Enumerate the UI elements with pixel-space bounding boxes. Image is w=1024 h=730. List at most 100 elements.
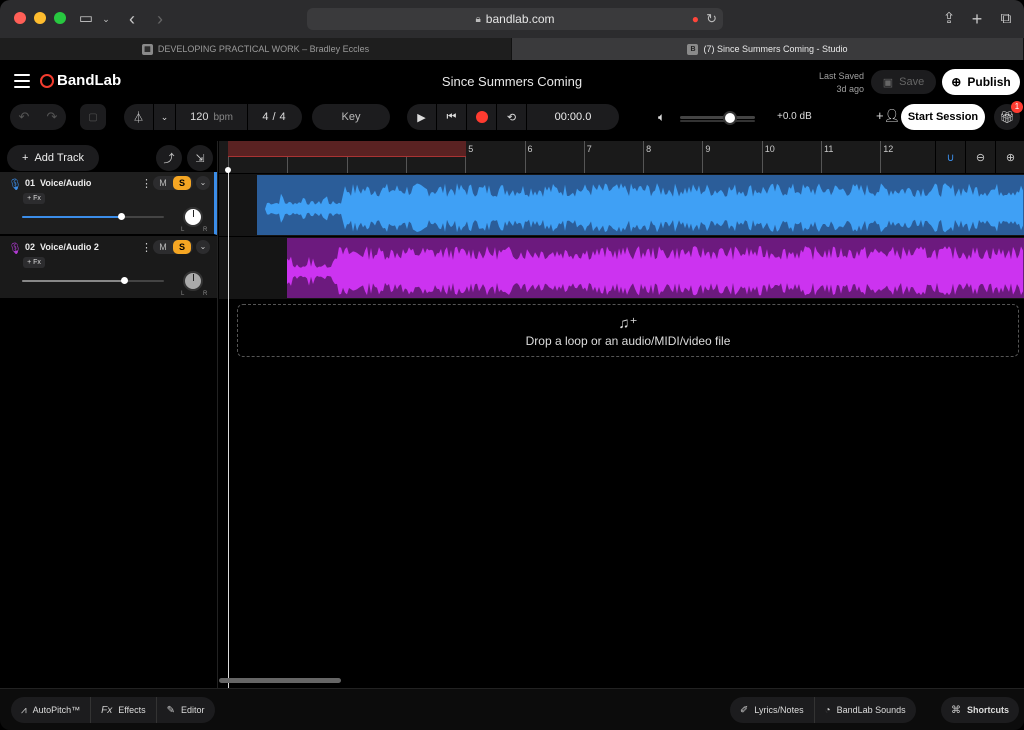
mute-button[interactable]: M — [153, 178, 173, 188]
snap-magnet-icon[interactable]: ∪ — [935, 141, 965, 173]
mute-solo-group: M S — [153, 176, 193, 190]
forward-icon[interactable]: › — [150, 9, 170, 29]
transport-bar: ↶ ↷ ▢ ⏃ ⌄ 120 bpm 4 / 4 Key ▶ ⏮ ⟲ 00:00.… — [0, 101, 1024, 132]
notification-badge: 1 — [1011, 101, 1023, 113]
audio-region-1[interactable] — [257, 175, 1024, 235]
time-signature-field[interactable]: 4 / 4 — [248, 104, 300, 130]
resources-group: ✐ Lyrics/Notes ◔ BandLab Sounds — [730, 697, 916, 723]
volume-slider[interactable] — [22, 213, 164, 220]
bar-marker — [524, 141, 526, 173]
more-options-icon[interactable]: ⋮ — [141, 241, 152, 254]
master-volume-slider[interactable] — [680, 116, 755, 119]
more-options-icon[interactable]: ⋮ — [141, 177, 152, 190]
tempo-field[interactable]: 120 bpm — [176, 104, 248, 130]
zoom-in-icon[interactable]: ⊕ — [995, 141, 1024, 173]
track-lane-1[interactable] — [219, 174, 1024, 236]
playhead[interactable] — [228, 168, 229, 688]
automation-icon[interactable]: ⤴ — [156, 145, 182, 171]
pan-knob[interactable] — [183, 271, 203, 291]
pan-knob[interactable] — [183, 207, 203, 227]
loop-icon[interactable]: ⟲ — [497, 104, 527, 130]
invite-user-icon[interactable]: +👤︎ — [876, 108, 900, 124]
url-text: bandlab.com — [485, 12, 555, 26]
solo-button[interactable]: S — [173, 176, 191, 190]
track-panel: + Add Track ⤴ ⇲ 🎙︎ 01 Voice/Audio ⋮ M S … — [0, 141, 218, 688]
timeline[interactable]: 121110987654321 ∪ ⊖ ⊕ ♫⁺ Drop a loop or … — [219, 141, 1024, 688]
track-name[interactable]: 01 Voice/Audio — [25, 178, 91, 188]
address-bar[interactable]: 🔒︎ bandlab.com ● ↻ — [307, 8, 723, 30]
last-saved-value: 3d ago — [836, 84, 864, 94]
bar-number: 8 — [646, 144, 652, 154]
speaker-icon[interactable]: 🔈︎ — [658, 110, 665, 125]
drop-zone[interactable]: ♫⁺ Drop a loop or an audio/MIDI/video fi… — [237, 304, 1019, 357]
maximize-window-button[interactable] — [54, 12, 66, 24]
lyrics-notes-button[interactable]: ✐ Lyrics/Notes — [730, 697, 815, 723]
add-fx-button[interactable]: + Fx — [23, 193, 45, 204]
track-lane-2[interactable] — [219, 237, 1024, 299]
editor-button[interactable]: ✎ Editor — [157, 697, 215, 723]
tab-label: (7) Since Summers Coming - Studio — [703, 44, 848, 54]
horizontal-scrollbar[interactable] — [219, 678, 341, 683]
chevron-down-icon[interactable]: ⌄ — [96, 9, 116, 29]
mute-button[interactable]: M — [153, 242, 173, 252]
menu-icon[interactable] — [14, 74, 30, 88]
sidebar-toggle-icon[interactable]: ▭ — [76, 9, 96, 29]
chevron-down-icon[interactable]: ⌄ — [196, 176, 210, 190]
reload-icon[interactable]: ↻ — [706, 11, 717, 27]
track-header-1[interactable]: 🎙︎ 01 Voice/Audio ⋮ M S ⌄ + Fx L R — [0, 172, 217, 235]
fit-tracks-icon[interactable]: ⇲ — [187, 145, 213, 171]
master-db-readout: +0.0 dB — [777, 111, 812, 122]
minimize-window-button[interactable] — [34, 12, 46, 24]
master-volume-knob[interactable] — [723, 111, 737, 125]
skip-back-icon[interactable]: ⏮ — [437, 104, 467, 130]
tab-since-summers-coming[interactable]: B (7) Since Summers Coming - Studio — [512, 38, 1024, 60]
bar-number: 7 — [586, 144, 592, 154]
metronome-icon[interactable]: ⏃ — [124, 104, 154, 130]
timeline-ruler[interactable]: 121110987654321 ∪ ⊖ ⊕ — [219, 141, 1024, 173]
solo-button[interactable]: S — [173, 240, 191, 254]
mixer-toggle-button[interactable]: ▢ — [80, 104, 106, 130]
track-name[interactable]: 02 Voice/Audio 2 — [25, 242, 99, 252]
tab-developing-practical-work[interactable]: ▦ DEVELOPING PRACTICAL WORK – Bradley Ec… — [0, 38, 512, 60]
loop-region[interactable] — [228, 141, 466, 157]
effects-button[interactable]: Fx Effects — [91, 697, 157, 723]
play-icon[interactable]: ▶ — [407, 104, 437, 130]
save-button[interactable]: ▣ Save — [871, 70, 936, 94]
share-icon[interactable]: ⇪ — [939, 9, 959, 29]
bar-number: 9 — [705, 144, 711, 154]
shortcuts-button[interactable]: ⌘ Shortcuts — [941, 697, 1020, 723]
bandlab-logo[interactable]: BandLab — [40, 72, 121, 89]
audio-region-2[interactable] — [287, 238, 1024, 298]
grid-icon: ▦ — [141, 43, 153, 55]
new-tab-icon[interactable]: + — [967, 9, 987, 29]
microphone-icon[interactable]: ● — [692, 12, 699, 26]
volume-slider-knob[interactable] — [118, 213, 126, 220]
add-track-button[interactable]: + Add Track — [7, 145, 99, 171]
volume-slider-knob[interactable] — [121, 277, 129, 284]
key-button[interactable]: Key — [312, 104, 390, 130]
volume-slider[interactable] — [22, 277, 164, 284]
gift-icon[interactable]: 🎁︎ 1 — [994, 101, 1023, 130]
zoom-out-icon[interactable]: ⊖ — [965, 141, 995, 173]
chevron-down-icon[interactable]: ⌄ — [154, 104, 176, 130]
tab-overview-icon[interactable]: ⧉ — [996, 9, 1016, 29]
key-label: Key — [341, 111, 361, 123]
undo-icon[interactable]: ↶ — [19, 109, 30, 125]
playhead-handle[interactable] — [225, 167, 231, 173]
back-icon[interactable]: ‹ — [122, 9, 142, 29]
feather-icon: ✐ — [740, 704, 749, 716]
redo-icon[interactable]: ↷ — [47, 109, 58, 125]
close-window-button[interactable] — [14, 12, 26, 24]
shortcuts-item[interactable]: ⌘ Shortcuts — [941, 697, 1019, 723]
track-header-2[interactable]: 🎙︎ 02 Voice/Audio 2 ⋮ M S ⌄ + Fx L R — [0, 236, 217, 299]
autopitch-button[interactable]: ⩘ AutoPitch™ — [11, 697, 92, 723]
chevron-down-icon[interactable]: ⌄ — [196, 240, 210, 254]
record-button[interactable] — [467, 104, 497, 130]
tab-favicon: B — [687, 43, 699, 55]
add-fx-button[interactable]: + Fx — [23, 257, 45, 268]
publish-button[interactable]: ⊕ Publish — [942, 69, 1020, 95]
bandlab-sounds-button[interactable]: ◔ BandLab Sounds — [815, 697, 916, 723]
pencil-icon: ✎ — [166, 704, 176, 716]
time-display: 00:00.0 — [554, 111, 592, 123]
start-session-button[interactable]: Start Session — [901, 104, 985, 130]
